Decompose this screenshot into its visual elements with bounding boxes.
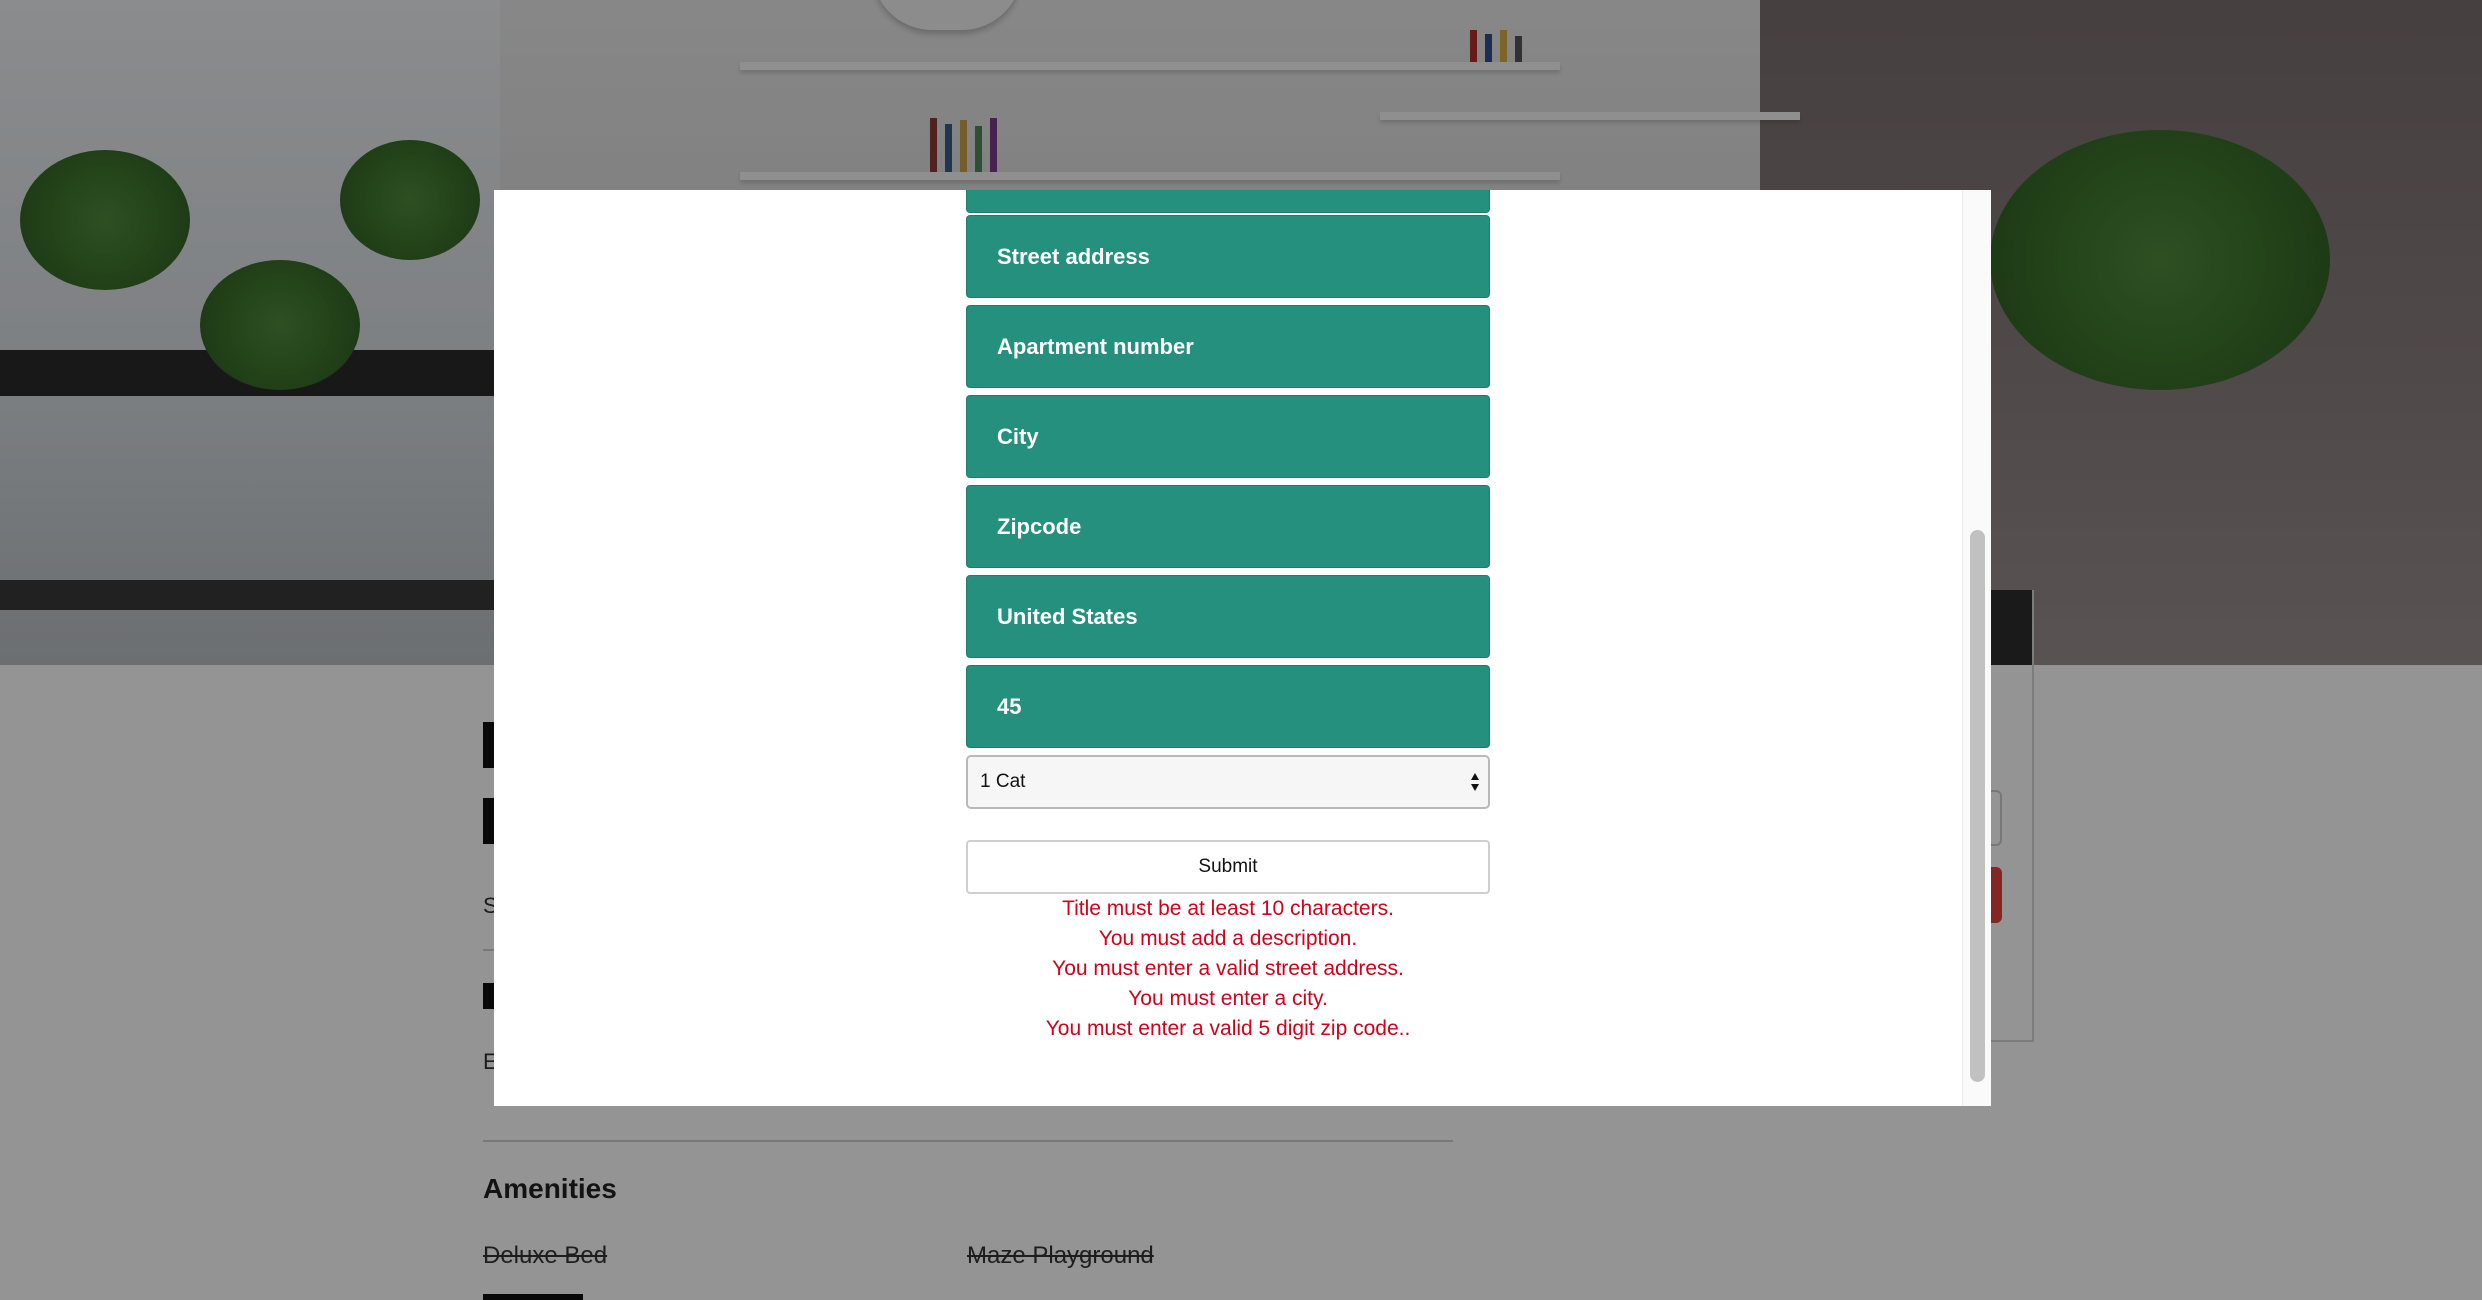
street-address-field[interactable]: Street address bbox=[966, 215, 1490, 298]
error-message: You must enter a city. bbox=[1128, 987, 1328, 1010]
modal-scrollbar[interactable] bbox=[1962, 190, 1991, 1106]
validation-errors: Title must be at least 10 characters. Yo… bbox=[966, 894, 1490, 1044]
zipcode-field[interactable]: Zipcode bbox=[966, 485, 1490, 568]
cat-count-select-value: 1 Cat bbox=[980, 771, 1026, 792]
price-field[interactable]: 45 bbox=[966, 665, 1490, 748]
country-field[interactable]: United States bbox=[966, 575, 1490, 658]
error-message: Title must be at least 10 characters. bbox=[1062, 897, 1394, 920]
modal-scrollbar-thumb[interactable] bbox=[1970, 530, 1985, 1082]
error-message: You must enter a valid street address. bbox=[1052, 957, 1404, 980]
error-message: You must enter a valid 5 digit zip code.… bbox=[1045, 1017, 1411, 1040]
title-field[interactable] bbox=[966, 190, 1490, 213]
city-field[interactable]: City bbox=[966, 395, 1490, 478]
submit-button[interactable]: Submit bbox=[966, 840, 1490, 894]
create-listing-modal: Street address Apartment number City Zip… bbox=[494, 190, 1991, 1106]
apartment-number-field[interactable]: Apartment number bbox=[966, 305, 1490, 388]
error-message: You must add a description. bbox=[1098, 927, 1358, 950]
updown-arrows-icon bbox=[1471, 773, 1479, 791]
cat-count-select[interactable]: 1 Cat bbox=[966, 755, 1490, 809]
